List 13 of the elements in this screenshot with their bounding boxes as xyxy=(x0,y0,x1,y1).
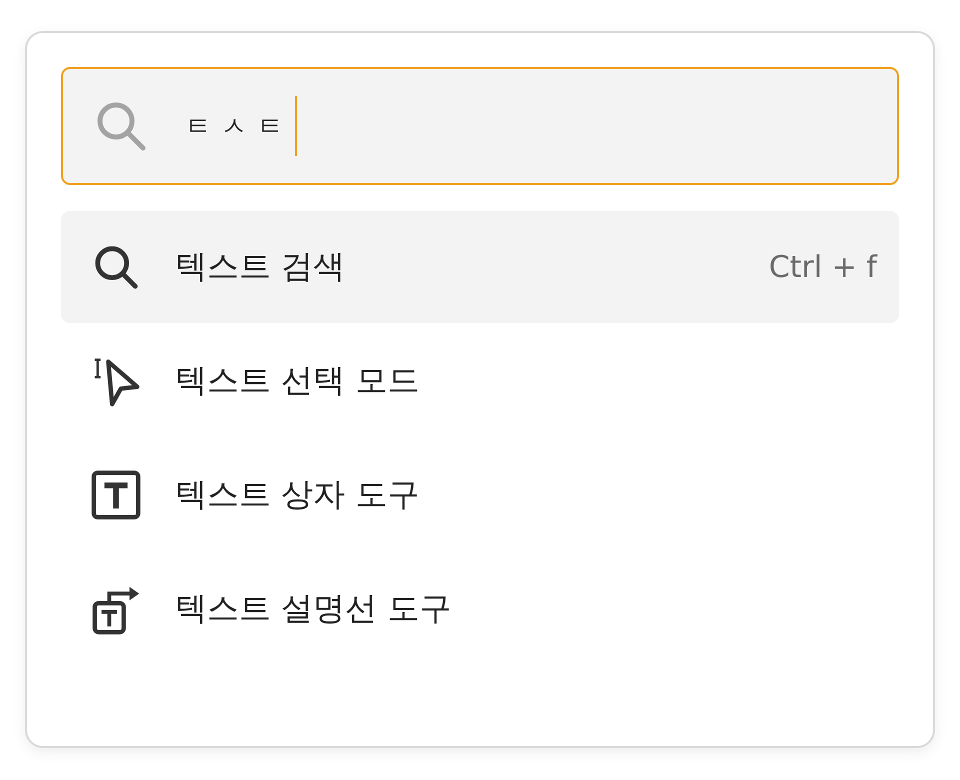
keyboard-shortcut: Ctrl + f xyxy=(768,250,877,284)
text-box-icon xyxy=(89,468,143,522)
menu-item[interactable]: 텍스트 상자 도구 xyxy=(61,439,899,551)
search-text: ㅌㅅㅌ xyxy=(185,110,293,144)
search-field[interactable]: ㅌㅅㅌ xyxy=(61,67,899,185)
menu-item[interactable]: 텍스트 선택 모드 xyxy=(61,325,899,437)
text-cursor xyxy=(295,96,297,156)
item-label: 텍스트 검색 xyxy=(175,246,346,287)
menu-item[interactable]: 텍스트 설명선 도구 xyxy=(61,553,899,665)
menu-item[interactable]: 텍스트 검색 Ctrl + f xyxy=(61,211,899,323)
item-label: 텍스트 상자 도구 xyxy=(175,474,420,515)
item-label: 텍스트 설명선 도구 xyxy=(175,588,452,629)
item-label: 텍스트 선택 모드 xyxy=(175,360,420,401)
